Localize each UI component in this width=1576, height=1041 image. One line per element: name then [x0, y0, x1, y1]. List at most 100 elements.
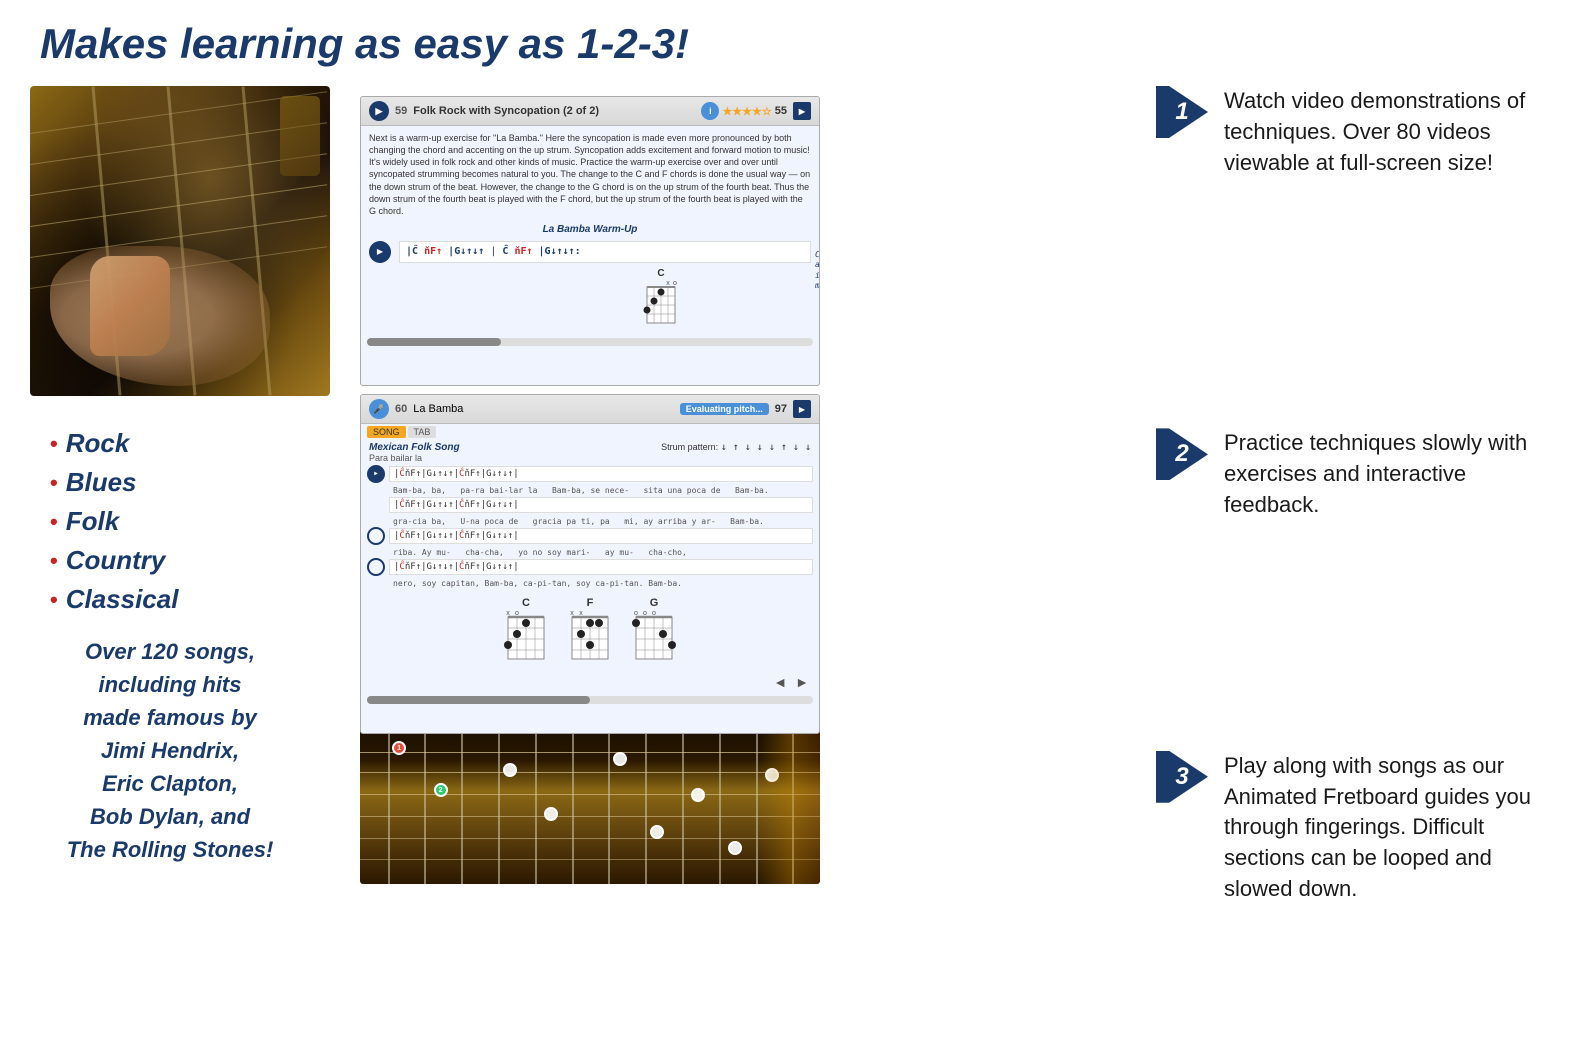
- notation-strip-top: |Ĉ ňF↑ |G↓↑↓↑ | Ĉ ňF↑ |G↓↑↓↑: Change to …: [399, 241, 811, 263]
- step-1: 1 Watch video demonstrations of techniqu…: [1156, 86, 1546, 178]
- tab-tab[interactable]: TAB: [408, 426, 437, 438]
- bullet-blues: •: [50, 466, 58, 499]
- string-2: [360, 772, 820, 773]
- string-3: [360, 794, 820, 795]
- step-3-number: 3: [1175, 763, 1188, 791]
- screenshot-bottom-header: 🎤 60 La Bamba Evaluating pitch... 97: [361, 395, 819, 424]
- genre-item-folk: • Folk: [50, 502, 340, 541]
- scrollbar-bottom[interactable]: [367, 696, 813, 704]
- note-dot-4: [544, 807, 558, 821]
- genre-item-blues: • Blues: [50, 463, 340, 502]
- string-4: [360, 816, 820, 817]
- chord-c-svg: x o: [641, 281, 681, 329]
- chord-g-name: G: [650, 597, 659, 609]
- notation-outline-4: [367, 558, 385, 576]
- screenshot-bottom-panel: 🎤 60 La Bamba Evaluating pitch... 97 SON…: [360, 394, 820, 734]
- genre-list: • Rock • Blues • Folk • Country • Clas: [50, 424, 340, 619]
- note-dot-3: [503, 763, 517, 777]
- string-6: [360, 859, 820, 860]
- prev-arrow[interactable]: ◄: [773, 674, 787, 690]
- tab-strip: SONG TAB: [361, 424, 819, 440]
- notation-row-2: |ĈňF↑|G↓↑↓↑|ĈňF↑|G↓↑↓↑|: [367, 496, 813, 514]
- lesson-title-top: Folk Rock with Syncopation (2 of 2): [413, 105, 695, 117]
- lyrics-row-4: nero, soy capitan, Bam-ba, ca-pi-tan, so…: [367, 578, 813, 589]
- step-1-text: Watch video demonstrations of techniques…: [1224, 86, 1546, 178]
- svg-text:x: x: [506, 611, 510, 617]
- warm-up-title: La Bamba Warm-Up: [369, 223, 811, 237]
- notation-row-1: |ĈňF↑|G↓↑↓↑|ĈňF↑|G↓↑↓↑|: [367, 465, 813, 483]
- play-button-bottom[interactable]: [793, 400, 811, 418]
- svg-text:x: x: [579, 611, 583, 617]
- strum-icons: ↓ ↑ ↓ ↓ ↓ ↑ ↓ ↓: [721, 442, 811, 453]
- scrollbar-top[interactable]: [367, 338, 813, 346]
- song-info-row: Mexican Folk Song Para bailar la Strum p…: [361, 440, 819, 465]
- next-arrow[interactable]: ►: [795, 674, 809, 690]
- chord-diagram-f: F x: [568, 597, 612, 663]
- notation-content-4: |ĈňF↑|G↓↑↓↑|ĈňF↑|G↓↑↓↑|: [389, 559, 813, 576]
- mic-icon: 🎤: [369, 399, 389, 419]
- songs-blurb: Over 120 songs, including hits made famo…: [40, 635, 300, 866]
- screenshot-top-header: ▶ 59 Folk Rock with Syncopation (2 of 2)…: [361, 97, 819, 126]
- genre-item-classical: • Classical: [50, 580, 340, 619]
- change-note: Change to the G here and continue strumm…: [815, 250, 820, 292]
- svg-text:x: x: [666, 281, 670, 287]
- lesson-score-bottom: 97: [775, 403, 787, 415]
- bullet-country: •: [50, 544, 58, 577]
- page-container: Makes learning as easy as 1-2-3!: [0, 0, 1576, 1041]
- note-dot-8: [728, 841, 742, 855]
- play-button-top[interactable]: [793, 102, 811, 120]
- neck-background: 1 2: [360, 729, 820, 884]
- step-3-badge: 3: [1156, 751, 1208, 803]
- step-1-badge: 1: [1156, 86, 1208, 138]
- chord-f-grid: x x: [568, 611, 612, 663]
- step-2: 2 Practice techniques slowly with exerci…: [1156, 428, 1546, 520]
- step-3: 3 Play along with songs as our Animated …: [1156, 751, 1546, 905]
- step-2-text: Practice techniques slowly with exercise…: [1224, 428, 1546, 520]
- screenshot-top-body: Next is a warm-up exercise for "La Bamba…: [361, 126, 819, 335]
- svg-text:o: o: [673, 281, 677, 287]
- lesson-score-top: 55: [775, 105, 787, 117]
- notation-play-1[interactable]: [367, 465, 385, 483]
- note-dot-1: 1: [392, 741, 406, 755]
- content-area: • Rock • Blues • Folk • Country • Clas: [30, 86, 1546, 905]
- star-rating: ★★★★☆: [722, 105, 771, 118]
- guitar-neck-bottom: 1 2: [360, 729, 820, 884]
- notation-rows-bottom: |ĈňF↑|G↓↑↓↑|ĈňF↑|G↓↑↓↑| Bam-ba, ba, pa-r…: [361, 465, 819, 589]
- note-dot-5: [613, 752, 627, 766]
- notation-row-4: |ĈňF↑|G↓↑↓↑|ĈňF↑|G↓↑↓↑|: [367, 558, 813, 576]
- step-2-badge: 2: [1156, 428, 1208, 480]
- string-1: [360, 752, 820, 753]
- song-meta: Mexican Folk Song Para bailar la: [369, 442, 460, 463]
- svg-text:x: x: [570, 611, 574, 617]
- chord-c-diagram: C: [641, 267, 681, 329]
- notation-play-button[interactable]: [369, 241, 391, 263]
- scrollbar-top-fill: [367, 338, 501, 346]
- page-title: Makes learning as easy as 1-2-3!: [40, 20, 1546, 68]
- chord-c-grid: x o: [504, 611, 548, 663]
- info-icon: i: [701, 102, 719, 120]
- chord-c-name: C: [522, 597, 530, 609]
- svg-text:o: o: [643, 611, 647, 617]
- video-icon: ▶: [369, 101, 389, 121]
- chord-g-grid: o o o: [632, 611, 676, 663]
- rating-area: i ★★★★☆ 55: [701, 102, 787, 120]
- notation-content-2: |ĈňF↑|G↓↑↓↑|ĈňF↑|G↓↑↓↑|: [389, 497, 813, 514]
- left-column: • Rock • Blues • Folk • Country • Clas: [30, 86, 340, 866]
- notation-outline-3: [367, 527, 385, 545]
- lyrics-row-2: gra-cia ba, U-na poca de gracia pa ti, p…: [367, 516, 813, 527]
- note-dot-6: [650, 825, 664, 839]
- genre-item-country: • Country: [50, 541, 340, 580]
- tab-song[interactable]: SONG: [367, 426, 406, 438]
- strum-pattern: Strum pattern: ↓ ↑ ↓ ↓ ↓ ↑ ↓ ↓: [661, 442, 811, 463]
- note-dot-2: 2: [434, 783, 448, 797]
- chord-area-top: C: [369, 267, 811, 329]
- step-2-number: 2: [1175, 440, 1188, 468]
- lesson-description: Next is a warm-up exercise for "La Bamba…: [369, 132, 811, 217]
- center-column: ▶ 59 Folk Rock with Syncopation (2 of 2)…: [340, 86, 1126, 884]
- step-3-text: Play along with songs as our Animated Fr…: [1224, 751, 1546, 905]
- bullet-classical: •: [50, 583, 58, 616]
- guitar-hero-image: [30, 86, 330, 396]
- guitar-body-hint: [760, 729, 820, 884]
- chord-diagrams-bottom: C x: [361, 589, 819, 671]
- lesson-number-top: 59: [395, 105, 407, 117]
